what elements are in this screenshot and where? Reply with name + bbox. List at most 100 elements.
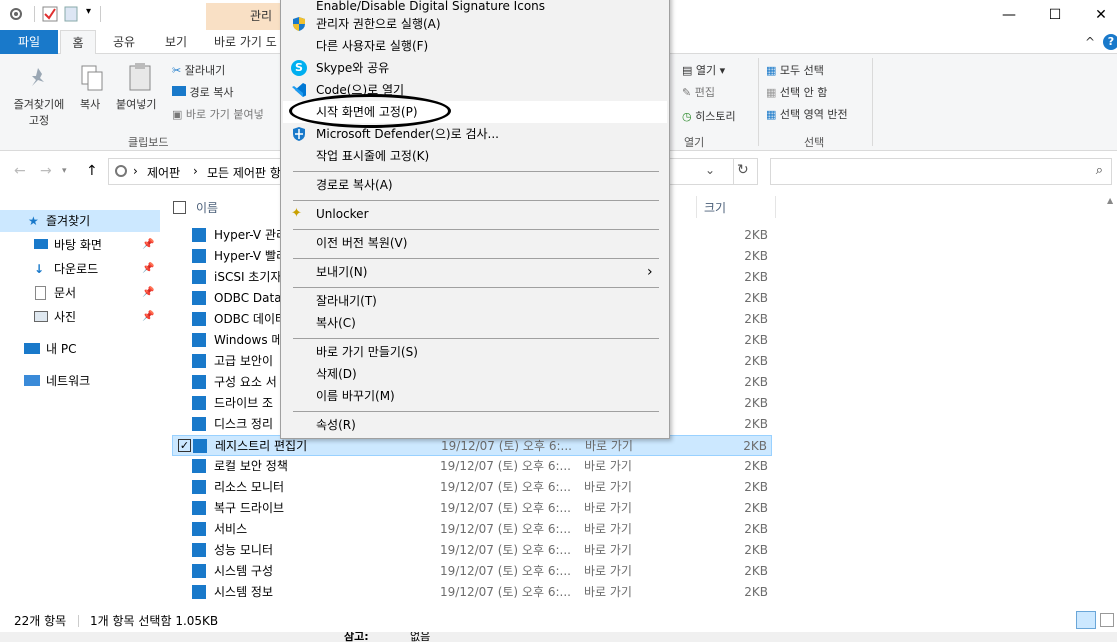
details-view-icon[interactable]: [1076, 611, 1096, 629]
large-icons-view-icon[interactable]: [1100, 613, 1114, 627]
recent-dropdown-icon[interactable]: ▾: [62, 166, 67, 176]
nav-this-pc[interactable]: 내 PC: [0, 338, 160, 360]
help-icon[interactable]: ?: [1103, 34, 1117, 50]
refresh-icon[interactable]: ↻: [737, 162, 749, 178]
pictures-icon: [34, 311, 48, 322]
copy-path-button[interactable]: 경로 복사: [172, 84, 233, 100]
vertical-scrollbar[interactable]: ▲: [1106, 196, 1117, 610]
menu-item-copy[interactable]: 복사(C): [283, 312, 667, 334]
up-icon[interactable]: ↑: [86, 163, 98, 179]
close-button[interactable]: ✕: [1078, 4, 1117, 26]
nav-documents[interactable]: 문서 📌: [0, 282, 160, 304]
address-dropdown-icon[interactable]: ⌄: [705, 163, 715, 177]
tab-share[interactable]: 공유: [106, 30, 142, 54]
table-row[interactable]: 리소스 모니터 19/12/07 (토) 오후 6:... 바로 가기 2KB: [172, 477, 772, 498]
selection-info: 1개 항목 선택함 1.05KB: [90, 614, 219, 628]
maximize-button[interactable]: ☐: [1032, 4, 1078, 26]
nav-desktop[interactable]: 바탕 화면 📌: [0, 234, 160, 256]
open-icon: ▤: [682, 64, 693, 77]
divider: [696, 196, 697, 218]
select-all-button[interactable]: ▦ 모두 선택: [766, 62, 824, 78]
select-all-checkbox[interactable]: [173, 201, 186, 214]
table-row[interactable]: 서비스 19/12/07 (토) 오후 6:... 바로 가기 2KB: [172, 519, 772, 540]
row-checkbox[interactable]: ✓: [178, 439, 191, 452]
tab-file[interactable]: 파일: [0, 30, 58, 54]
open-group-title: 열기: [684, 136, 705, 149]
pin-icon[interactable]: 📌: [142, 306, 154, 328]
nav-pictures[interactable]: 사진 📌: [0, 306, 160, 328]
pin-to-quick-access-button[interactable]: 즐겨찾기에 고정: [8, 96, 70, 128]
checkmark-doc-icon[interactable]: [42, 6, 58, 22]
select-none-icon: ▦: [766, 86, 777, 99]
open-button[interactable]: ▤ 열기 ▾: [682, 62, 725, 78]
nav-downloads[interactable]: ↓ 다운로드 📌: [0, 258, 160, 280]
scroll-up-icon[interactable]: ▲: [1107, 196, 1113, 205]
file-icon: [192, 375, 206, 389]
file-icon: [192, 312, 206, 326]
file-icon: [192, 543, 206, 557]
breadcrumb-all-items[interactable]: 모든 제어판 항: [207, 164, 281, 181]
divider: [775, 196, 776, 218]
back-icon[interactable]: ←: [14, 163, 26, 179]
menu-item-properties[interactable]: 속성(R): [283, 414, 667, 436]
menu-item-create-shortcut[interactable]: 바로 가기 만들기(S): [283, 341, 667, 363]
table-row[interactable]: 복구 드라이브 19/12/07 (토) 오후 6:... 바로 가기 2KB: [172, 498, 772, 519]
tab-home[interactable]: 홈: [60, 30, 96, 54]
document-icon: [35, 286, 46, 300]
menu-item-send-to[interactable]: 보내기(N) ›: [283, 261, 667, 283]
qa-dropdown-icon[interactable]: ▾: [86, 6, 91, 17]
minimize-button[interactable]: —: [986, 4, 1032, 26]
menu-item-delete[interactable]: 삭제(D): [283, 363, 667, 385]
menu-separator: [293, 411, 659, 412]
pin-icon[interactable]: 📌: [142, 234, 154, 256]
paste-shortcut-icon: ▣: [172, 108, 183, 121]
menu-item-cut[interactable]: 잘라내기(T): [283, 290, 667, 312]
cut-button[interactable]: ✂ 잘라내기: [172, 62, 225, 78]
pin-icon[interactable]: 📌: [142, 282, 154, 304]
table-row[interactable]: 성능 모니터 19/12/07 (토) 오후 6:... 바로 가기 2KB: [172, 540, 772, 561]
paste-button[interactable]: 붙여넣기: [116, 96, 156, 112]
collapse-ribbon-icon[interactable]: ^: [1083, 30, 1097, 54]
star-icon: ★: [28, 214, 39, 228]
menu-separator: [293, 171, 659, 172]
menu-separator: [293, 258, 659, 259]
menu-item-run-as-admin[interactable]: 관리자 권한으로 실행(A): [283, 13, 667, 35]
item-count: 22개 항목: [14, 614, 67, 628]
pin-icon[interactable]: 📌: [142, 258, 154, 280]
history-button[interactable]: ◷ 히스토리: [682, 108, 736, 124]
tab-view[interactable]: 보기: [158, 30, 194, 54]
table-row[interactable]: 로컬 보안 정책 19/12/07 (토) 오후 6:... 바로 가기 2KB: [172, 456, 772, 477]
defender-icon: [291, 126, 307, 142]
nav-network[interactable]: 네트워크: [0, 370, 160, 392]
menu-item-unlocker[interactable]: ✦ Unlocker: [283, 203, 667, 225]
tab-manage-shortcut[interactable]: 바로 가기 도: [214, 30, 284, 54]
copy-icon: [80, 64, 104, 95]
paste-shortcut-button[interactable]: ▣ 바로 가기 붙여넣: [172, 106, 264, 122]
search-input[interactable]: ⌕: [770, 158, 1112, 185]
table-row[interactable]: 시스템 정보 19/12/07 (토) 오후 6:... 바로 가기 2KB: [172, 582, 772, 603]
forward-icon[interactable]: →: [40, 163, 52, 179]
column-name[interactable]: 이름: [196, 199, 218, 216]
file-icon: [192, 417, 206, 431]
menu-item-rename[interactable]: 이름 바꾸기(M): [283, 385, 667, 407]
menu-item-restore-previous[interactable]: 이전 버전 복원(V): [283, 232, 667, 254]
divider: [34, 6, 35, 22]
copy-button[interactable]: 복사: [80, 96, 100, 112]
menu-item-pin-to-taskbar[interactable]: 작업 표시줄에 고정(K): [283, 145, 667, 167]
menu-item-skype[interactable]: S Skype와 공유: [283, 57, 667, 79]
menu-item-run-as-other[interactable]: 다른 사용자로 실행(F): [283, 35, 667, 57]
path-icon: [172, 86, 186, 96]
file-icon: [192, 522, 206, 536]
file-icon: [192, 396, 206, 410]
invert-selection-button[interactable]: ▦ 선택 영역 반전: [766, 106, 848, 122]
menu-item-copy-as-path[interactable]: 경로로 복사(A): [283, 174, 667, 196]
edit-button[interactable]: ✎ 편집: [682, 84, 715, 100]
new-folder-icon[interactable]: [64, 6, 80, 22]
properties-icon[interactable]: [8, 6, 24, 22]
breadcrumb-control-panel[interactable]: 제어판: [147, 164, 180, 181]
desktop-icon: [34, 239, 48, 249]
nav-quick-access[interactable]: ★ 즐겨찾기: [0, 210, 160, 232]
select-none-button[interactable]: ▦ 선택 안 함: [766, 84, 827, 100]
column-size[interactable]: 크기: [704, 199, 726, 216]
table-row[interactable]: 시스템 구성 19/12/07 (토) 오후 6:... 바로 가기 2KB: [172, 561, 772, 582]
